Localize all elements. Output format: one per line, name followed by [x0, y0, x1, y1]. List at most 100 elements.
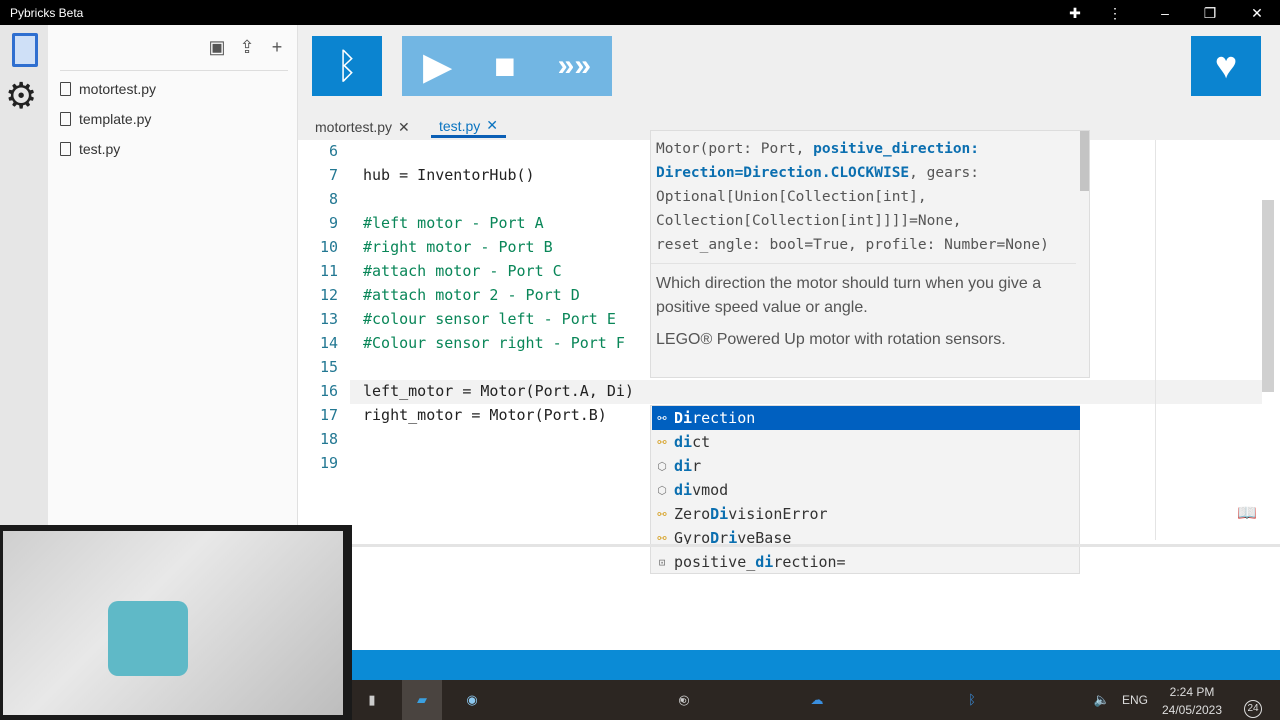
class-doc: LEGO® Powered Up motor with rotation sen…	[656, 331, 1006, 348]
robot-image	[108, 601, 188, 676]
line-number: 14	[319, 334, 338, 352]
tab-label: motortest.py	[315, 119, 393, 135]
taskbar: ▮ ▰ ◉ ▪ ▪ ◎ ☁ ᛒ 🔈 ENG 2:24 PM 24/05/2023…	[352, 680, 1280, 720]
onedrive-icon[interactable]: ☁	[807, 690, 827, 710]
label-part: Zero	[674, 505, 711, 523]
suggestion-label: ZeroDivisionError	[674, 505, 828, 523]
line-number: 6	[328, 142, 338, 160]
signature: Motor(port: Port, positive_direction: Di…	[651, 131, 1076, 264]
robot-video	[3, 531, 343, 715]
code-line[interactable]: hub = InventorHub()	[363, 166, 535, 184]
tab-label: test.py	[439, 117, 481, 134]
panel-divider[interactable]	[352, 544, 1280, 547]
label-part: positive_	[674, 553, 756, 571]
file-icon	[60, 142, 71, 156]
code-line[interactable]: #Colour sensor right - Port F	[363, 334, 625, 352]
suggestion-item[interactable]: ⚯ dict	[652, 430, 1080, 454]
file-item[interactable]: test.py	[60, 141, 120, 157]
settings-gear-icon[interactable]: ⚙	[5, 75, 37, 117]
close-button[interactable]: ✕	[1247, 3, 1267, 23]
file-icon	[60, 82, 71, 96]
bluetooth-tray-icon[interactable]: ᛒ	[962, 690, 982, 710]
menu-icon[interactable]: ⋮	[1105, 3, 1125, 23]
file-name: test.py	[79, 141, 121, 157]
activity-bar: ⚙	[0, 25, 48, 525]
file-item[interactable]: template.py	[60, 111, 151, 127]
line-number: 16	[319, 382, 338, 400]
suggestion-item[interactable]: ⬡ divmod	[652, 478, 1080, 502]
suggestion-item[interactable]: ⚯ ZeroDivisionError	[652, 502, 1080, 526]
label-part: rection	[692, 409, 756, 427]
line-number: 12	[319, 286, 338, 304]
line-number: 8	[328, 190, 338, 208]
window-title: Pybricks Beta	[10, 6, 84, 20]
title-bar: Pybricks Beta ✚ ⋮ – ❐ ✕	[0, 0, 1280, 25]
param-doc: Which direction the motor should turn wh…	[656, 275, 1042, 316]
editor-scrollbar[interactable]	[1262, 200, 1274, 392]
restore-button[interactable]: ❐	[1200, 3, 1220, 23]
webcam-overlay	[0, 525, 352, 720]
line-number: 13	[319, 310, 338, 328]
close-tab-icon[interactable]: ✕	[398, 119, 410, 136]
label-part: di	[755, 553, 774, 571]
code-line[interactable]: left_motor = Motor(Port.A, Di)	[363, 382, 634, 400]
code-line[interactable]: #left motor - Port A	[363, 214, 544, 232]
file-icon	[60, 112, 71, 126]
docs-book-icon[interactable]: 📖	[1237, 503, 1257, 523]
extensions-icon[interactable]: ✚	[1065, 3, 1085, 23]
code-line[interactable]: #right motor - Port B	[363, 238, 553, 256]
upload-icon[interactable]: ⇪	[236, 37, 258, 58]
suggestion-label: dir	[674, 457, 701, 475]
sponsor-button[interactable]: ♥	[1191, 36, 1261, 96]
suggestion-label: positive_direction=	[674, 553, 846, 571]
archive-icon[interactable]: ▣	[206, 37, 228, 58]
code-line[interactable]: right_motor = Motor(Port.B)	[363, 406, 607, 424]
suggestion-label: divmod	[674, 481, 728, 499]
pybricks-taskbar-icon[interactable]: ▰	[402, 680, 442, 720]
close-tab-icon[interactable]: ✕	[486, 117, 498, 134]
signature-hover: Motor(port: Port, positive_direction: Di…	[650, 130, 1090, 378]
code-line[interactable]: #attach motor 2 - Port D	[363, 286, 580, 304]
code-line[interactable]: #colour sensor left - Port E	[363, 310, 616, 328]
run-button[interactable]: ▶	[423, 44, 452, 89]
add-file-icon[interactable]: +	[266, 37, 288, 58]
bluetooth-button[interactable]: ᛒ	[312, 36, 382, 96]
status-bar	[352, 650, 1280, 680]
tray-icon[interactable]: ◎	[674, 690, 694, 710]
file-name: template.py	[79, 111, 152, 127]
suggestion-label: Direction	[674, 409, 755, 427]
hover-scrollbar[interactable]	[1080, 131, 1089, 191]
tab-motortest[interactable]: motortest.py ✕	[315, 116, 410, 138]
language-indicator[interactable]: ENG	[1122, 693, 1148, 707]
line-number: 15	[319, 358, 338, 376]
record-icon[interactable]: ◉	[462, 690, 482, 710]
class-icon: ⚯	[657, 531, 667, 545]
bluetooth-icon: ᛒ	[336, 45, 358, 86]
app-icon[interactable]: ▮	[362, 690, 382, 710]
label-part: visionError	[728, 505, 828, 523]
suggestion-item[interactable]: ⬡ dir	[652, 454, 1080, 478]
file-explorer: ▣ ⇪ + motortest.py template.py test.py	[48, 25, 298, 525]
tab-test[interactable]: test.py ✕	[431, 116, 506, 138]
file-explorer-icon[interactable]	[12, 33, 38, 67]
file-name: motortest.py	[79, 81, 157, 97]
file-item[interactable]: motortest.py	[60, 81, 156, 97]
code-line[interactable]: #attach motor - Port C	[363, 262, 562, 280]
minimize-button[interactable]: –	[1155, 3, 1175, 23]
label-part: r	[692, 457, 702, 475]
suggestion-item[interactable]: ⊡ positive_direction=	[652, 550, 1080, 574]
function-icon: ⬡	[657, 459, 667, 473]
label-part: Di	[710, 505, 729, 523]
line-number: 19	[319, 454, 338, 472]
volume-icon[interactable]: 🔈	[1092, 690, 1112, 710]
run-controls: ▶ ■ »»	[402, 36, 612, 96]
autocomplete-list: ⚯ Direction ⚯ dict ⬡ dir ⬡ divmod ⚯ ZeroDivisionE…	[650, 405, 1080, 574]
label-part: Di	[674, 409, 693, 427]
clock-date[interactable]: 24/05/2023	[1157, 703, 1227, 717]
clock-time[interactable]: 2:24 PM	[1162, 685, 1222, 699]
suggestion-item[interactable]: ⚯ Direction	[652, 406, 1080, 430]
label-part: rection=	[773, 553, 846, 571]
repl-button[interactable]: »»	[558, 49, 591, 83]
notification-badge[interactable]: 24	[1244, 700, 1262, 718]
stop-button[interactable]: ■	[494, 45, 516, 87]
